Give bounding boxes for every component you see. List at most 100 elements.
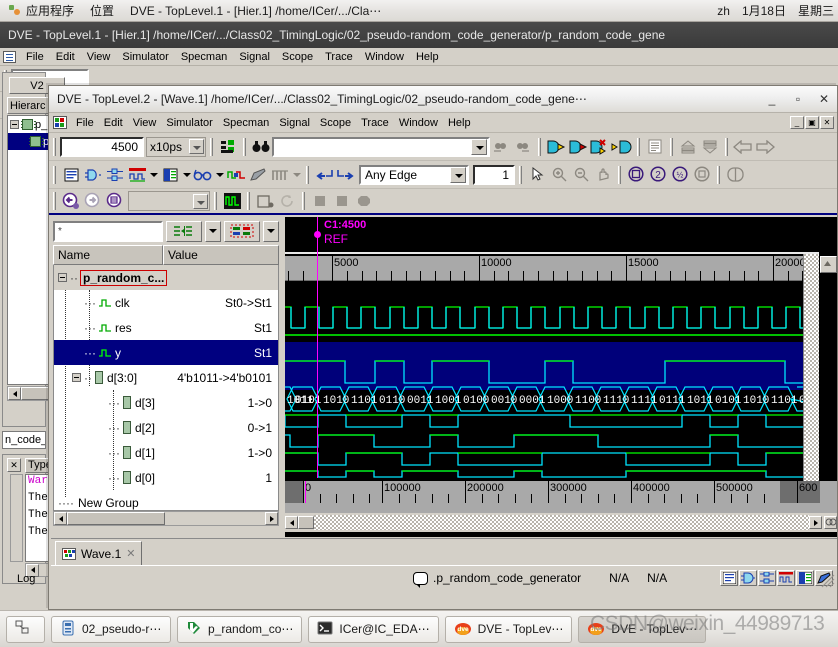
signal-group-button[interactable] [224, 220, 260, 242]
expand-dropdown-icon[interactable] [205, 220, 221, 242]
status-wave-icon[interactable] [777, 570, 795, 586]
cursor-band[interactable]: C1:4500 REF [285, 217, 819, 254]
menu-simulator[interactable]: Simulator [161, 117, 217, 129]
menu-trace[interactable]: Trace [319, 51, 359, 63]
taskbar-item-dve-1[interactable]: dve DVE - TopLev⋯ [444, 615, 573, 643]
menu-window[interactable]: Window [394, 117, 443, 129]
log-close-icon[interactable]: ✕ [7, 458, 21, 472]
log-vscrollbar[interactable] [10, 474, 23, 562]
menu-signal[interactable]: Signal [274, 117, 315, 129]
mdi-restore-button[interactable]: ▣ [805, 116, 819, 129]
scrollbar-thumb[interactable] [298, 516, 314, 529]
wave-titlebar[interactable]: DVE - TopLevel.2 - [Wave.1] /home/ICer/.… [49, 86, 837, 113]
zoom-fit-icon[interactable] [625, 164, 647, 186]
chevron-down-icon[interactable] [193, 193, 208, 209]
dve-toplevel1-menubar[interactable]: File Edit View Simulator Specman Signal … [0, 48, 838, 66]
menu-view[interactable]: View [128, 117, 162, 129]
list-icon[interactable] [60, 164, 82, 186]
scroll-up-icon[interactable] [820, 256, 837, 273]
cursor-c1-line[interactable] [317, 217, 318, 478]
status-logic-icon[interactable] [739, 570, 757, 586]
menu-trace[interactable]: Trace [356, 117, 394, 129]
signal-row-d2[interactable]: ··· d[2] 0->1 [54, 415, 278, 440]
status-list-icon[interactable] [720, 570, 738, 586]
wave-dropdown-icon[interactable] [148, 164, 159, 186]
scrollbar-thumb[interactable] [67, 512, 165, 525]
menu-signal[interactable]: Signal [233, 51, 276, 63]
add-signal-yellow-icon[interactable] [545, 136, 567, 158]
menu-view[interactable]: View [81, 51, 117, 63]
clock-date[interactable]: 1月18日 [742, 2, 786, 19]
applications-menu[interactable]: 应用程序 [0, 2, 82, 19]
bus-compare-icon[interactable] [225, 164, 247, 186]
delete-signal-icon[interactable] [589, 136, 611, 158]
window-minimize-button[interactable]: _ [759, 89, 785, 109]
time-value-field[interactable]: 4500 [60, 136, 144, 157]
scrollbar-track[interactable] [314, 515, 809, 530]
insert-signal-icon[interactable] [611, 136, 633, 158]
signal-filter-row[interactable]: * [53, 219, 279, 243]
zoom-half-icon[interactable]: ½ [669, 164, 691, 186]
menu-window[interactable]: Window [359, 51, 410, 63]
wave-toolbar-row-1[interactable]: 4500 x10ps [49, 133, 837, 161]
taskbar-item-file-manager[interactable]: 02_pseudo-r⋯ [51, 615, 171, 643]
dve-toplevel1-titlebar[interactable]: DVE - TopLevel.1 - [Hier.1] /home/ICer/.… [0, 22, 838, 48]
dve-app-icon[interactable] [53, 116, 67, 129]
scroll-right-icon[interactable] [809, 516, 822, 529]
app-menu-icon[interactable] [3, 50, 16, 63]
menu-edit[interactable]: Edit [50, 51, 81, 63]
scroll-options-icon[interactable] [824, 516, 837, 529]
status-schematic-icon[interactable] [758, 570, 776, 586]
waveform-hscrollbar[interactable] [285, 513, 837, 532]
menu-scope[interactable]: Scope [276, 51, 319, 63]
signal-row-scope[interactable]: ·· p_random_c... [54, 265, 278, 290]
time-ruler-bottom[interactable]: 0 100000 200000 300000 400000 500000 600 [285, 481, 837, 513]
collapse-icon[interactable] [72, 373, 81, 382]
chevron-down-icon[interactable] [450, 166, 466, 183]
clock-weekday[interactable]: 星期三 [798, 2, 834, 19]
hierarchy-path-field[interactable]: n_code_ [2, 431, 46, 449]
keyboard-layout-indicator[interactable]: zh [717, 4, 730, 18]
signal-row-d3[interactable]: ··· d[3] 1->0 [54, 390, 278, 415]
collapse-icon[interactable] [58, 273, 67, 282]
waveform-canvas[interactable]: 1011 0101 1010 1101 0110 0011 1001 0100 0010 0… [285, 281, 819, 478]
taskbar-item-terminal[interactable]: ICer@IC_EDA⋯ [308, 615, 439, 643]
tab-close-icon[interactable]: ✕ [126, 547, 135, 560]
wave-window[interactable]: DVE - TopLevel.2 - [Wave.1] /home/ICer/.… [48, 85, 838, 610]
zoom-2x-icon[interactable]: 2 [647, 164, 669, 186]
taskbar[interactable]: 02_pseudo-r⋯ p_random_co⋯ ICer@IC_EDA⋯ d… [0, 610, 838, 647]
taskbar-item-dve-2[interactable]: dve DVE - TopLev⋯ [578, 615, 707, 643]
trace-list-icon[interactable] [104, 190, 126, 212]
signal-row-new-group[interactable]: ···· New Group [54, 490, 278, 510]
glasses-dropdown-icon[interactable] [214, 164, 225, 186]
signal-row-y[interactable]: ··· y St1 [54, 340, 278, 365]
scrollbar-thumb[interactable] [21, 387, 49, 400]
signal-row-d0[interactable]: ··· d[0] 1 [54, 465, 278, 490]
waveform-vscrollbar[interactable] [803, 254, 819, 481]
scroll-left-icon[interactable] [54, 512, 67, 525]
edge-mode-combo[interactable]: Any Edge [359, 164, 469, 185]
tab-wave1[interactable]: Wave.1 ✕ [55, 541, 143, 565]
menu-specman[interactable]: Specman [218, 117, 274, 129]
time-unit-combo[interactable]: x10ps [146, 136, 206, 157]
logic-gate-icon[interactable] [82, 164, 104, 186]
mdi-close-button[interactable]: ✕ [820, 116, 834, 129]
signal-row-res[interactable]: ··· res St1 [54, 315, 278, 340]
signal-rows-container[interactable]: ·· p_random_c... ··· clk St0->St1 ··· re… [53, 265, 279, 511]
mdi-minimize-button[interactable]: _ [790, 116, 804, 129]
chevron-down-icon[interactable] [189, 139, 204, 154]
resize-grip[interactable] [821, 574, 835, 588]
signal-row-d1[interactable]: ··· d[1] 1->0 [54, 440, 278, 465]
wave-tab-strip[interactable]: Wave.1 ✕ [51, 538, 837, 565]
chevron-down-icon[interactable] [471, 138, 487, 155]
expand-all-button[interactable] [166, 220, 202, 242]
trace-back-icon[interactable] [60, 190, 82, 212]
add-signal-red-icon[interactable] [567, 136, 589, 158]
group-dropdown-icon[interactable] [263, 220, 279, 242]
wave-icon[interactable] [126, 164, 148, 186]
menu-help[interactable]: Help [410, 51, 445, 63]
signal-row-d-bus[interactable]: ·· d[3:0] 4'b1011->4'b0101 [54, 365, 278, 390]
menu-file[interactable]: File [71, 117, 99, 129]
find-signal-icon[interactable] [217, 136, 239, 158]
waveform-matrix-icon[interactable] [221, 190, 243, 212]
